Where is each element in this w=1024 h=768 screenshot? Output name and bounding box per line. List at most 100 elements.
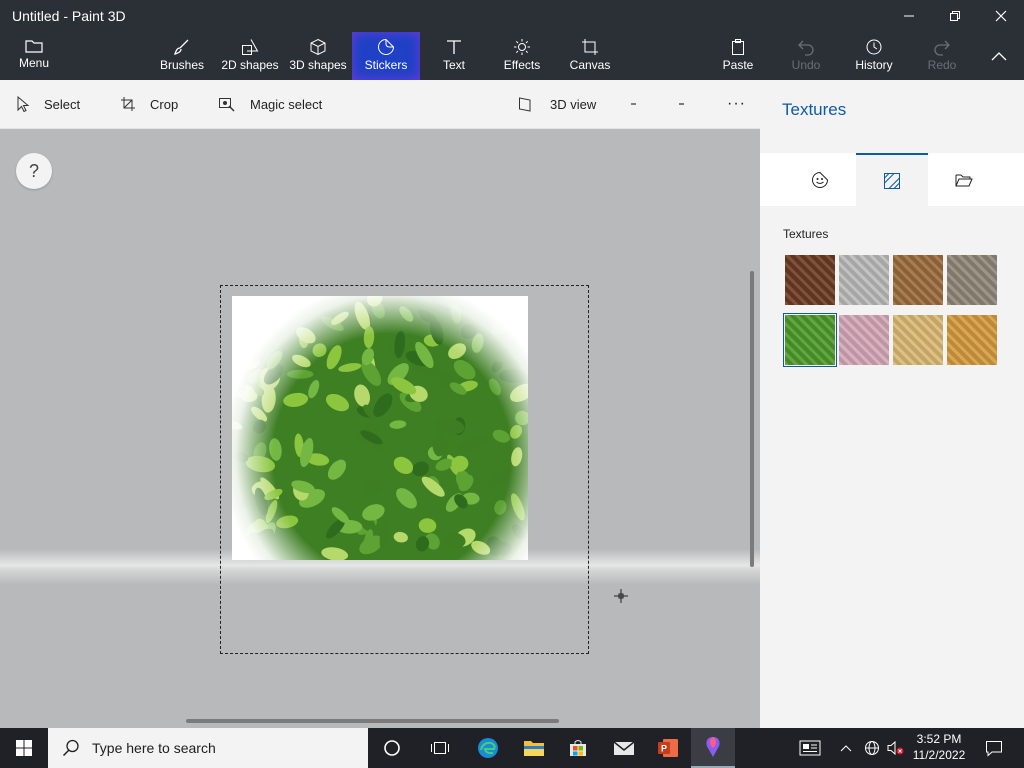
clock-time: 3:52 PM [916,732,962,746]
horizontal-scrollbar[interactable] [186,719,559,723]
tab-stickers[interactable] [784,153,856,206]
3d-view-toggle[interactable]: 3D view [518,80,596,128]
light-wood-texture-swatch[interactable] [947,315,997,365]
plus-icon [679,103,684,105]
close-icon [995,10,1007,22]
2d-shapes-tool[interactable]: 2D shapes [218,32,282,80]
system-clock[interactable]: 3:52 PM 11/2/2022 [908,731,970,763]
search-placeholder: Type here to search [92,740,216,756]
tab-custom-stickers[interactable] [928,153,1000,206]
pink-marble-texture-swatch[interactable] [839,315,889,365]
canvas-label: Canvas [569,58,611,72]
menu-button[interactable]: Menu [8,32,60,80]
effects-tool[interactable]: Effects [496,32,548,80]
stickers-label: Stickers [364,58,408,72]
stickers-icon [378,38,395,55]
volume-button[interactable] [884,728,908,768]
mail-button[interactable] [602,728,646,768]
granite-texture-swatch[interactable] [839,255,889,305]
volume-muted-icon [887,740,904,756]
paint3d-taskbar-button[interactable] [691,728,735,768]
redo-icon [934,40,950,56]
cortana-icon [384,740,400,756]
notification-icon [986,741,1002,757]
minus-icon [631,103,636,105]
3d-shapes-label: 3D shapes [289,58,347,72]
paste-icon [732,39,744,55]
secondary-toolbar: Select Crop Magic select 3D view ··· [0,80,760,129]
pebbles-texture-swatch[interactable] [947,255,997,305]
edge-icon [478,738,498,758]
undo-button[interactable]: Undo [780,32,832,80]
canvas-tool[interactable]: Canvas [564,32,616,80]
redo-button[interactable]: Redo [916,32,968,80]
close-button[interactable] [978,0,1024,32]
title-ribbon-bar: Untitled - Paint 3D Menu Brushes 2D shap… [0,0,1024,80]
sand-texture-swatch[interactable] [893,315,943,365]
3d-view-icon [519,97,531,112]
select-tool-button[interactable]: Select [16,80,80,128]
magic-select-icon [219,98,235,112]
textures-tab-icon [884,172,900,189]
canvas-selection-border[interactable] [220,285,589,654]
text-label: Text [442,58,465,72]
language-button[interactable] [860,728,884,768]
cortana-button[interactable] [370,728,414,768]
microsoft-store-button[interactable] [556,728,600,768]
brush-icon [173,39,189,56]
paint3d-icon [706,737,720,757]
crop-tool-button[interactable]: Crop [120,80,178,128]
restore-button[interactable] [932,0,978,32]
powerpoint-button[interactable]: P [646,728,690,768]
magic-select-button[interactable]: Magic select [218,80,322,128]
taskbar-search-box[interactable]: Type here to search [48,728,368,768]
news-widget-button[interactable] [788,728,832,768]
menu-label: Menu [18,56,50,70]
panel-tabs [760,153,1024,206]
paste-button[interactable]: Paste [712,32,764,80]
notifications-button[interactable] [972,728,1016,768]
chevron-up-icon [840,745,852,752]
select-label: Select [44,96,81,112]
file-explorer-button[interactable] [512,728,556,768]
canvas-icon [582,39,598,55]
vertical-scrollbar[interactable] [750,271,754,567]
text-tool[interactable]: Text [428,32,480,80]
bark-texture-swatch[interactable] [785,255,835,305]
minimize-button[interactable] [886,0,932,32]
crop-label: Crop [150,96,179,112]
store-icon [570,740,586,756]
collapse-ribbon-button[interactable] [976,40,1022,72]
brushes-tool[interactable]: Brushes [155,32,209,80]
wood-grain-texture-swatch[interactable] [893,255,943,305]
more-options-button[interactable]: ··· [727,80,746,128]
textures-panel: Textures Textures [760,80,1024,728]
task-view-icon [431,742,449,754]
tab-textures[interactable] [856,153,928,206]
leaves-texture-swatch[interactable] [783,313,837,367]
effects-icon [514,39,530,55]
minimize-icon [904,15,914,17]
zoom-in-button[interactable] [678,80,698,128]
stickers-tool[interactable]: Stickers [352,32,420,80]
history-button[interactable]: History [848,32,900,80]
mail-icon [613,741,635,755]
2d-shapes-icon [242,39,259,55]
zoom-out-button[interactable] [630,80,650,128]
window-title: Untitled - Paint 3D [12,8,126,24]
search-icon [62,739,79,757]
help-button[interactable]: ? [16,153,52,189]
globe-icon [865,741,879,755]
undo-label: Undo [791,58,821,72]
task-view-button[interactable] [418,728,462,768]
show-hidden-icons-button[interactable] [836,728,856,768]
start-button[interactable] [2,728,46,768]
custom-stickers-tab-icon [955,174,973,186]
windows-taskbar: Type here to search P 3:52 PM 11/2/2022 [0,728,1024,768]
canvas-workspace[interactable]: ? [0,129,760,728]
effects-label: Effects [503,58,541,72]
cursor-arrow-icon [17,96,30,112]
edge-browser-button[interactable] [466,728,510,768]
3d-shapes-tool[interactable]: 3D shapes [287,32,349,80]
svg-text:P: P [661,744,667,754]
